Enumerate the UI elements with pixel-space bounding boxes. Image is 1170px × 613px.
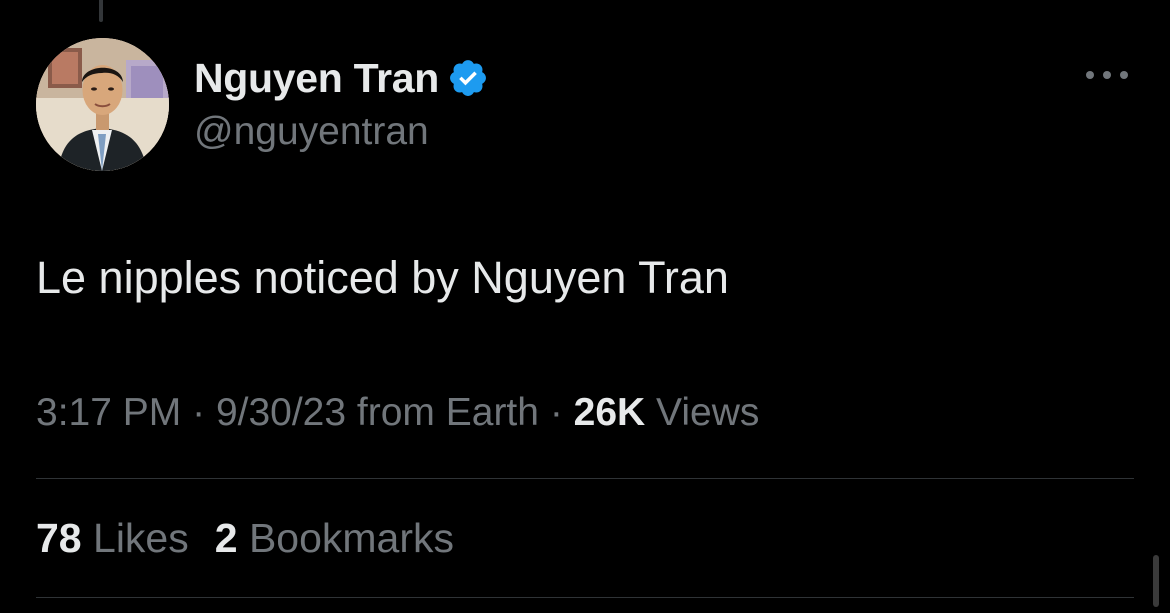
author-handle[interactable]: @nguyentran [194,110,429,154]
tweet-date[interactable]: 9/30/23 [216,391,346,434]
thread-connector-line [99,0,103,22]
more-horizontal-icon-dot [1120,71,1128,79]
more-horizontal-icon-dot [1086,71,1094,79]
tweet-detail: Nguyen Tran @nguyentran Le nipples notic… [0,0,1170,613]
bookmarks-count: 2 [214,515,238,561]
avatar[interactable] [36,38,169,171]
verified-badge-icon[interactable] [447,57,489,99]
author-display-name[interactable]: Nguyen Tran [194,55,439,102]
avatar-photo [36,38,169,171]
tweet-meta: 3:17 PM · 9/30/23 from Earth · 26K Views [36,391,759,435]
more-options-button[interactable] [1084,62,1130,88]
likes-label: Likes [93,515,189,561]
more-horizontal-icon-dot [1103,71,1111,79]
meta-separator: · [192,391,206,434]
author-name-row[interactable]: Nguyen Tran [194,54,489,102]
tweet-text: Le nipples noticed by Nguyen Tran [36,252,729,303]
tweet-time[interactable]: 3:17 PM [36,391,181,434]
bookmarks-label: Bookmarks [248,515,455,561]
tweet-source: from Earth [356,391,539,434]
bookmarks-stat[interactable]: 2 Bookmarks [215,515,454,562]
views-label[interactable]: Views [656,391,759,434]
likes-stat[interactable]: 78 Likes [36,515,189,562]
divider [36,478,1134,479]
views-count[interactable]: 26K [574,391,646,434]
meta-separator: · [549,391,563,434]
engagement-stats: 78 Likes 2 Bookmarks [36,515,454,562]
likes-count: 78 [36,515,82,561]
scrollbar-thumb[interactable] [1153,555,1159,607]
divider [36,597,1134,598]
